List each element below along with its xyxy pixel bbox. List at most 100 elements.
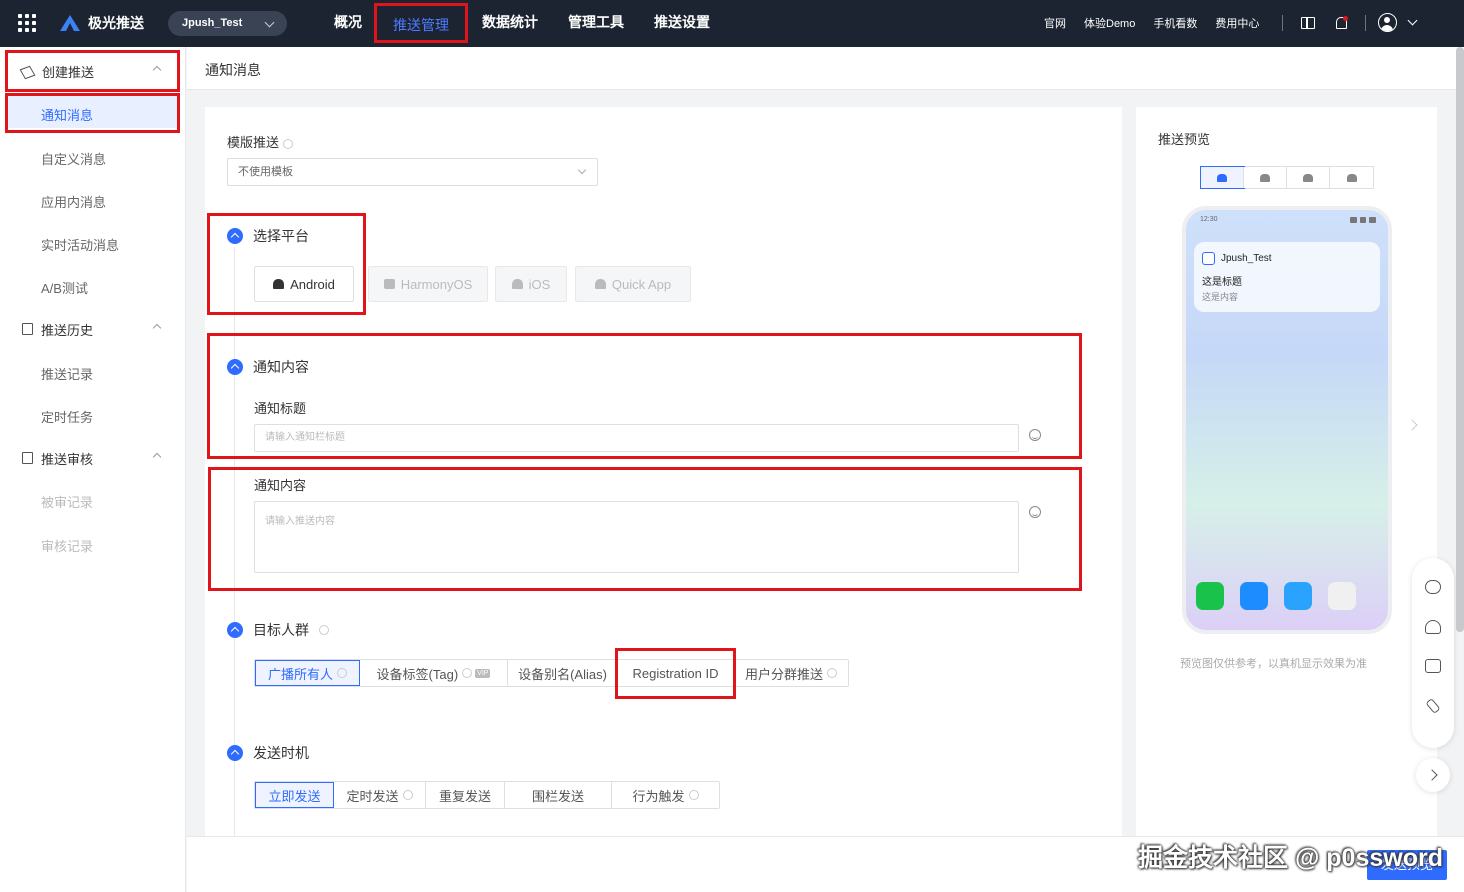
tab-label: 立即发送 (268, 788, 321, 804)
sidebar-item-push-records[interactable]: 推送记录 (41, 364, 93, 383)
sidebar-item-ab-test[interactable]: A/B测试 (41, 278, 88, 297)
send-now[interactable]: 立即发送 (255, 782, 334, 808)
link-official-site[interactable]: 官网 (1044, 15, 1066, 31)
nav-statistics[interactable]: 数据统计 (482, 0, 542, 44)
messages-icon (1240, 582, 1268, 610)
preview-tab-harmonyos[interactable] (1244, 167, 1287, 188)
docs-icon[interactable] (1425, 659, 1441, 673)
vip-badge: VIP (475, 668, 491, 678)
template-label: 模版推送 (227, 132, 294, 151)
link-demo[interactable]: 体验Demo (1084, 15, 1135, 31)
nav-tools[interactable]: 管理工具 (568, 0, 628, 44)
status-icons (1350, 217, 1377, 223)
target-broadcast-all[interactable]: 广播所有人 (255, 660, 360, 686)
target-alias[interactable]: 设备别名(Alias) (508, 660, 618, 686)
notif-title-input[interactable]: 请输入通知栏标题 (254, 424, 1019, 452)
send-time-tabs: 立即发送 定时发送 重复发送 围栏发送 行为触发 (254, 781, 720, 809)
sidebar-item-in-app-message[interactable]: 应用内消息 (41, 192, 106, 211)
notif-content-textarea[interactable]: 请输入推送内容 (254, 501, 1019, 573)
section-title: 选择平台 (253, 228, 309, 244)
preview-tab-quickapp[interactable] (1330, 167, 1373, 188)
tab-label: 用户分群推送 (744, 666, 823, 682)
emoji-icon[interactable] (1029, 506, 1041, 518)
help-icon[interactable] (319, 625, 329, 635)
user-avatar-icon[interactable] (1378, 13, 1397, 32)
sidebar-item-custom-message[interactable]: 自定义消息 (41, 149, 106, 168)
scrollbar[interactable] (1456, 47, 1464, 632)
quickapp-icon (594, 279, 606, 289)
section-target: 目标人群 (227, 620, 329, 640)
tab-label: 设备标签(Tag) (376, 666, 459, 682)
platform-label: Quick App (611, 276, 672, 292)
page-title: 通知消息 (205, 62, 261, 78)
collapse-icon[interactable] (227, 359, 243, 375)
preview-tab-ios[interactable] (1287, 167, 1330, 188)
sidebar-item-scheduled-tasks[interactable]: 定时任务 (41, 407, 93, 426)
sidebar-group-label: 推送审核 (41, 451, 94, 467)
chevron-up-icon (152, 452, 162, 462)
edit-pen-icon[interactable] (1425, 698, 1441, 714)
app-selector[interactable]: Jpush_Test (168, 11, 287, 36)
divider (1282, 14, 1283, 31)
template-select[interactable]: 不使用模板 (227, 158, 598, 186)
notification-title: 这是标题 (1202, 277, 1242, 288)
platform-harmonyos[interactable]: HarmonyOS (368, 266, 488, 302)
preview-tab-android[interactable] (1200, 166, 1245, 189)
tab-label: 行为触发 (632, 788, 685, 804)
sidebar-item-notification[interactable]: 通知消息 (41, 105, 93, 124)
send-behavior-trigger[interactable]: 行为触发 (612, 782, 719, 808)
chat-icon[interactable] (1425, 580, 1441, 594)
android-icon (273, 279, 285, 289)
collapse-icon[interactable] (227, 745, 243, 761)
link-mobile-data[interactable]: 手机看数 (1153, 15, 1197, 31)
phone-mockup: 12:30 Jpush_Test 这是标题 这是内容 (1182, 206, 1392, 634)
headset-support-icon[interactable] (1425, 620, 1441, 634)
help-icon (462, 668, 473, 678)
target-user-segment[interactable]: 用户分群推送 (734, 660, 848, 686)
sidebar-group-label: 推送历史 (41, 322, 94, 338)
platform-android[interactable]: Android (254, 266, 354, 302)
collapse-toolbar-button[interactable] (1416, 758, 1450, 792)
review-check-icon (22, 452, 33, 464)
notification-bell-icon[interactable] (1335, 15, 1348, 30)
push-form-panel: 模版推送 不使用模板 选择平台 Android HarmonyOS iOS Qu… (205, 107, 1122, 847)
app-selector-value: Jpush_Test (182, 17, 243, 29)
help-icon[interactable] (283, 138, 294, 149)
chevron-down-icon[interactable] (1407, 15, 1418, 26)
nav-overview[interactable]: 概况 (334, 0, 364, 44)
apple-icon (511, 279, 523, 289)
nav-push-management[interactable]: 推送管理 (374, 3, 468, 43)
top-navbar: 极光推送 Jpush_Test 概况 推送管理 数据统计 管理工具 推送设置 官… (0, 0, 1464, 47)
platform-label: HarmonyOS (400, 276, 473, 292)
notification-content: 这是内容 (1202, 292, 1239, 302)
sidebar-item-live-activity[interactable]: 实时活动消息 (41, 235, 119, 254)
docs-icon[interactable] (1301, 16, 1315, 29)
phone-dock (1196, 582, 1356, 610)
push-preview-panel: 推送预览 12:30 Jpush_Test 这是标题 这是内容 预览图仅供参考，… (1136, 107, 1437, 847)
collapse-icon[interactable] (227, 228, 243, 244)
target-tag[interactable]: 设备标签(Tag) VIP (360, 660, 508, 686)
collapse-icon[interactable] (227, 622, 243, 638)
apps-grid-icon[interactable] (18, 14, 36, 32)
platform-quickapp[interactable]: Quick App (575, 266, 691, 302)
sidebar-group-push-review[interactable]: 推送审核 (22, 448, 162, 468)
nav-push-settings[interactable]: 推送设置 (654, 0, 714, 44)
sidebar-group-push-history[interactable]: 推送历史 (22, 319, 162, 339)
camera-icon (1328, 582, 1356, 610)
send-repeat[interactable]: 重复发送 (426, 782, 505, 808)
sidebar-group-create-push[interactable]: 创建推送 (22, 61, 162, 81)
section-platform: 选择平台 (227, 226, 309, 246)
emoji-icon[interactable] (1029, 429, 1041, 441)
sidebar-item-review-records[interactable]: 审核记录 (41, 536, 93, 555)
divider (1365, 14, 1366, 31)
send-geofence[interactable]: 围栏发送 (505, 782, 612, 808)
sidebar-item-reviewed-records[interactable]: 被审记录 (41, 492, 93, 511)
notif-content-label: 通知内容 (254, 478, 307, 493)
target-registration-id[interactable]: Registration ID (618, 660, 734, 686)
chevron-down-icon (577, 165, 587, 175)
brand-logo[interactable]: 极光推送 (58, 12, 144, 34)
send-scheduled[interactable]: 定时发送 (334, 782, 426, 808)
link-billing[interactable]: 费用中心 (1215, 15, 1259, 31)
notification-card: Jpush_Test 这是标题 这是内容 (1194, 242, 1380, 312)
platform-ios[interactable]: iOS (495, 266, 567, 302)
